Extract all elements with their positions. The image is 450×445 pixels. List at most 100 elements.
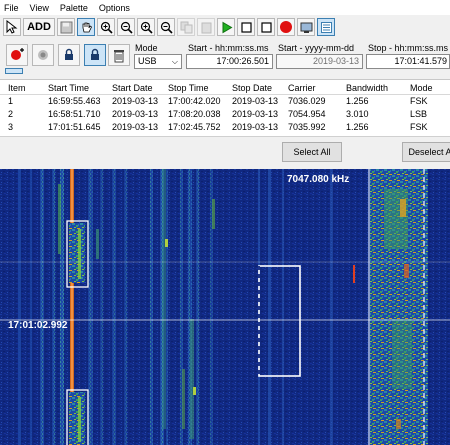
save-button[interactable] xyxy=(57,18,75,36)
zoom-out-icon xyxy=(120,21,133,34)
cell-stop-time: 17:02:45.752 xyxy=(168,122,221,132)
cell-start-date: 2019-03-13 xyxy=(112,96,159,106)
col-start-time[interactable]: Start Time xyxy=(48,82,89,95)
chevron-down-icon: ⌵ xyxy=(171,57,178,66)
zoom-reset-icon xyxy=(160,21,173,34)
deselect-all-button[interactable]: Deselect All xyxy=(402,142,450,162)
menu-bar: File View Palette Options xyxy=(0,0,450,15)
lock-icon xyxy=(65,48,73,60)
signals-table: Item Start Time Start Date Stop Time Sto… xyxy=(0,79,450,136)
cell-start-time: 16:59:55.463 xyxy=(48,96,101,106)
zoom-fit-button[interactable] xyxy=(137,18,155,36)
filter-toolbar: Mode USB ⌵ Start - hh:mm:ss.ms 17:00:26.… xyxy=(0,40,450,74)
table-row[interactable]: 3 17:01:51.645 2019-03-13 17:02:45.752 2… xyxy=(0,121,450,134)
stop-time-field[interactable]: 17:01:41.579 xyxy=(366,54,450,69)
menu-palette[interactable]: Palette xyxy=(60,3,88,13)
mode-label: Mode xyxy=(135,43,158,53)
cell-item: 3 xyxy=(8,122,14,132)
frequency-readout: 7047.080 kHz xyxy=(287,174,350,185)
cell-mode: LSB xyxy=(410,109,428,119)
pause-button[interactable] xyxy=(257,18,275,36)
floppy-disk-icon xyxy=(60,21,72,33)
zoom-in-button[interactable] xyxy=(97,18,115,36)
pause-square-icon xyxy=(260,21,272,33)
col-start-date[interactable]: Start Date xyxy=(112,82,153,95)
cell-bandwidth: 1.256 xyxy=(346,96,369,106)
menu-view[interactable]: View xyxy=(30,3,49,13)
table-row[interactable]: 1 16:59:55.463 2019-03-13 17:00:42.020 2… xyxy=(0,95,450,108)
start-date-label: Start - yyyy-mm-dd xyxy=(278,43,355,53)
zoom-in-icon xyxy=(100,21,113,34)
delete-button[interactable] xyxy=(108,44,130,66)
copy-icon xyxy=(180,21,192,33)
start-time-field[interactable]: 17:00:26.501 xyxy=(186,54,273,69)
hand-icon xyxy=(82,22,92,32)
record-button[interactable] xyxy=(277,18,295,36)
cell-stop-time: 17:08:20.038 xyxy=(168,109,221,119)
time-readout: 17:01:02.992 xyxy=(8,320,68,331)
paste-button[interactable] xyxy=(197,18,215,36)
cell-carrier: 7035.992 xyxy=(288,122,326,132)
play-button[interactable] xyxy=(217,18,235,36)
cell-mode: FSK xyxy=(410,122,428,132)
list-view-button[interactable] xyxy=(317,18,335,36)
cell-stop-time: 17:00:42.020 xyxy=(168,96,221,106)
cell-stop-date: 2019-03-13 xyxy=(232,96,279,106)
cell-start-time: 17:01:51.645 xyxy=(48,122,101,132)
menu-file[interactable]: File xyxy=(4,3,19,13)
cell-item: 2 xyxy=(8,109,14,119)
mode-select[interactable]: USB ⌵ xyxy=(134,54,182,69)
waterfall-canvas[interactable] xyxy=(0,169,450,445)
zoom-reset-button[interactable] xyxy=(157,18,175,36)
pan-hand-button[interactable] xyxy=(77,18,95,36)
col-item[interactable]: Item xyxy=(8,82,26,95)
lock-active-icon xyxy=(91,48,99,60)
zoom-fit-icon xyxy=(140,21,153,34)
cell-mode: FSK xyxy=(410,96,428,106)
monitor-button[interactable] xyxy=(297,18,315,36)
list-icon xyxy=(320,21,332,33)
copy-button[interactable] xyxy=(177,18,195,36)
lock-button[interactable] xyxy=(58,44,80,66)
trash-icon xyxy=(114,50,124,63)
col-stop-date[interactable]: Stop Date xyxy=(232,82,272,95)
add-red-dot-icon xyxy=(11,48,24,60)
monitor-icon xyxy=(300,22,312,33)
start-date-field[interactable]: 2019-03-13 xyxy=(276,54,363,69)
pointer-tool-button[interactable] xyxy=(3,18,21,36)
cell-bandwidth: 3.010 xyxy=(346,109,369,119)
cell-bandwidth: 1.256 xyxy=(346,122,369,132)
cell-stop-date: 2019-03-13 xyxy=(232,109,279,119)
add-button[interactable]: ADD xyxy=(23,18,55,36)
select-all-button[interactable]: Select All xyxy=(282,142,342,162)
collapse-tab[interactable] xyxy=(5,68,23,74)
paste-icon xyxy=(201,22,211,33)
menu-options[interactable]: Options xyxy=(99,3,130,13)
zoom-out-button[interactable] xyxy=(117,18,135,36)
cell-start-date: 2019-03-13 xyxy=(112,109,159,119)
col-mode[interactable]: Mode xyxy=(410,82,433,95)
record-icon xyxy=(280,21,292,33)
cell-item: 1 xyxy=(8,96,14,106)
stop-button[interactable] xyxy=(237,18,255,36)
col-bandwidth[interactable]: Bandwidth xyxy=(346,82,388,95)
add-marker-button[interactable] xyxy=(6,44,28,66)
table-row[interactable]: 2 16:58:51.710 2019-03-13 17:08:20.038 2… xyxy=(0,108,450,121)
play-icon xyxy=(222,21,232,33)
col-stop-time[interactable]: Stop Time xyxy=(168,82,209,95)
stop-time-label: Stop - hh:mm:ss.ms xyxy=(368,43,449,53)
cell-stop-date: 2019-03-13 xyxy=(232,122,279,132)
waterfall-display[interactable]: 7047.080 kHz 17:01:02.992 xyxy=(0,169,450,445)
cell-carrier: 7036.029 xyxy=(288,96,326,106)
start-time-label: Start - hh:mm:ss.ms xyxy=(188,43,269,53)
remove-marker-button[interactable] xyxy=(32,44,54,66)
cell-carrier: 7054.954 xyxy=(288,109,326,119)
table-header: Item Start Time Start Date Stop Time Sto… xyxy=(0,82,450,95)
stop-square-icon xyxy=(240,21,252,33)
selection-button-bar: Select All Deselect All xyxy=(0,136,450,168)
cell-start-time: 16:58:51.710 xyxy=(48,109,101,119)
col-carrier[interactable]: Carrier xyxy=(288,82,316,95)
main-toolbar: ADD xyxy=(0,16,450,38)
cursor-arrow-icon xyxy=(6,20,18,34)
lock-active-button[interactable] xyxy=(84,44,106,66)
